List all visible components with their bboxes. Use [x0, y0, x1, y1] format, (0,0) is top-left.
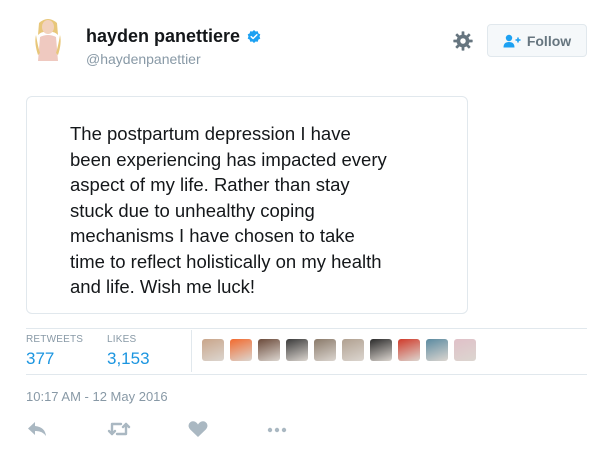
stats-separator — [191, 330, 192, 372]
gear-icon[interactable] — [452, 30, 474, 52]
retweets-count[interactable]: 377 — [26, 349, 83, 369]
liker-avatar[interactable] — [370, 339, 392, 361]
liker-avatar[interactable] — [258, 339, 280, 361]
avatar-image — [24, 13, 72, 61]
liker-avatar[interactable] — [426, 339, 448, 361]
likes-stat[interactable]: LIKES 3,153 — [107, 334, 150, 369]
liker-avatar[interactable] — [314, 339, 336, 361]
liker-avatar[interactable] — [342, 339, 364, 361]
liker-avatar[interactable] — [202, 339, 224, 361]
retweets-label: RETWEETS — [26, 334, 84, 345]
follow-button[interactable]: Follow — [487, 24, 587, 57]
retweets-stat[interactable]: RETWEETS 377 — [26, 334, 83, 369]
more-icon[interactable] — [266, 420, 288, 438]
retweet-icon[interactable] — [107, 420, 131, 438]
liker-avatar[interactable] — [454, 339, 476, 361]
tweet-card: The postpartum depression I have been ex… — [26, 96, 468, 314]
stats-bottom-divider — [26, 374, 587, 375]
tweet-text: The postpartum depression I have been ex… — [70, 123, 387, 297]
user-identity[interactable]: hayden panettiere @haydenpanettier — [86, 26, 262, 67]
liker-avatar[interactable] — [286, 339, 308, 361]
likes-count[interactable]: 3,153 — [107, 349, 150, 369]
liker-avatar[interactable] — [230, 339, 252, 361]
likers-avatars — [202, 339, 476, 361]
add-user-icon — [503, 34, 521, 47]
screen-name[interactable]: @haydenpanettier — [86, 51, 262, 67]
liker-avatar[interactable] — [398, 339, 420, 361]
avatar[interactable] — [24, 13, 72, 61]
likes-label: LIKES — [107, 334, 137, 345]
stats-top-divider — [26, 328, 587, 329]
follow-button-label: Follow — [526, 32, 572, 49]
verified-badge-icon — [247, 29, 261, 43]
tweet-timestamp[interactable]: 10:17 AM - 12 May 2016 — [26, 389, 168, 404]
reply-icon[interactable] — [26, 420, 48, 438]
display-name[interactable]: hayden panettiere — [86, 26, 240, 47]
like-icon[interactable] — [187, 420, 209, 438]
display-name-row[interactable]: hayden panettiere — [86, 26, 262, 47]
